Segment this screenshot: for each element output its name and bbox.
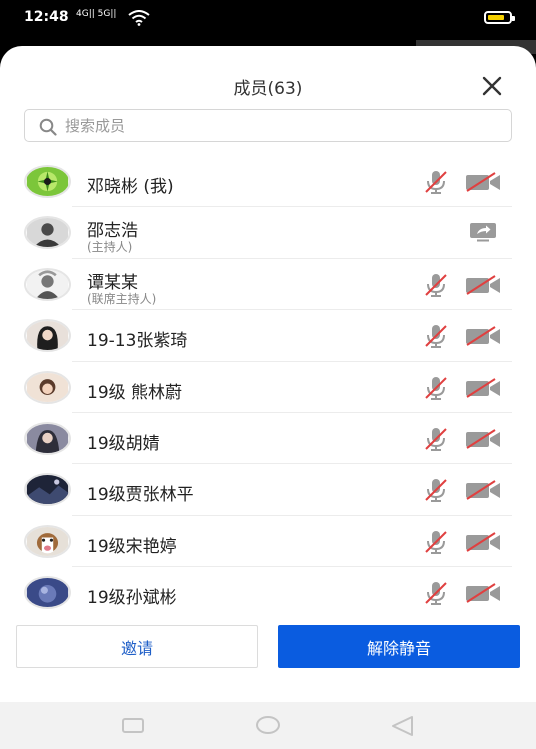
mic-muted-icon[interactable] bbox=[423, 375, 449, 401]
member-role: (联席主持人) bbox=[87, 291, 157, 306]
member-row[interactable]: 谭某某 (联席主持人) bbox=[0, 259, 536, 311]
search-box[interactable] bbox=[24, 109, 512, 142]
member-row[interactable]: 19级胡婧 bbox=[0, 413, 536, 465]
close-icon[interactable] bbox=[481, 75, 503, 97]
recent-apps-icon[interactable] bbox=[122, 718, 144, 733]
avatar bbox=[24, 473, 71, 507]
camera-off-icon[interactable] bbox=[465, 583, 501, 603]
avatar bbox=[24, 267, 71, 301]
sheet-title: 成员(63) bbox=[233, 79, 303, 99]
avatar bbox=[24, 319, 71, 353]
member-role: (主持人) bbox=[87, 240, 133, 255]
member-row[interactable]: 19级宋艳婷 bbox=[0, 516, 536, 568]
member-row[interactable]: 19级贾张林平 bbox=[0, 464, 536, 516]
battery-icon bbox=[484, 11, 515, 24]
back-icon[interactable] bbox=[390, 715, 414, 737]
camera-off-icon[interactable] bbox=[465, 326, 501, 347]
mic-muted-icon[interactable] bbox=[423, 169, 449, 195]
wifi-icon bbox=[128, 10, 150, 26]
search-icon bbox=[39, 118, 57, 136]
member-name: 19级胡婧 bbox=[87, 433, 160, 454]
camera-off-icon[interactable] bbox=[465, 172, 501, 192]
member-name: 19级贾张林平 bbox=[87, 485, 194, 506]
invite-button[interactable]: 邀请 bbox=[16, 625, 258, 668]
mic-muted-icon[interactable] bbox=[423, 477, 449, 503]
avatar bbox=[24, 421, 71, 455]
member-list: 邓晓彬 (我) 邵志浩 (主持人) 谭某某 (联席主持人) 19-13张紫琦 1… bbox=[0, 156, 536, 619]
mic-muted-icon[interactable] bbox=[423, 426, 449, 452]
members-sheet: 成员(63) 邓晓彬 (我) 邵志浩 bbox=[0, 46, 536, 702]
camera-off-icon[interactable] bbox=[465, 531, 501, 552]
member-name: 19级 熊林蔚 bbox=[87, 382, 183, 403]
camera-off-icon[interactable] bbox=[465, 480, 501, 501]
member-row[interactable]: 邓晓彬 (我) bbox=[0, 156, 536, 208]
status-time: 12:48 bbox=[24, 9, 69, 25]
avatar bbox=[24, 576, 71, 610]
avatar bbox=[24, 165, 71, 198]
member-name: 邓晓彬 (我) bbox=[87, 177, 174, 197]
member-row[interactable]: 邵志浩 (主持人) bbox=[0, 207, 536, 259]
mic-muted-icon[interactable] bbox=[423, 323, 449, 349]
navigation-bar bbox=[0, 702, 536, 749]
home-icon[interactable] bbox=[256, 716, 280, 734]
member-name: 19-13张紫琦 bbox=[87, 331, 188, 352]
member-row[interactable]: 19级孙斌彬 bbox=[0, 567, 536, 618]
camera-off-icon[interactable] bbox=[465, 377, 501, 398]
avatar bbox=[24, 370, 71, 404]
avatar bbox=[24, 524, 71, 558]
avatar bbox=[24, 216, 71, 250]
search-input[interactable] bbox=[65, 110, 495, 141]
mic-muted-icon[interactable] bbox=[423, 580, 449, 606]
mic-muted-icon[interactable] bbox=[423, 529, 449, 555]
signal-indicator: 4G|| 5G|| bbox=[76, 9, 117, 19]
screen-share-icon[interactable] bbox=[469, 222, 497, 242]
camera-off-icon[interactable] bbox=[465, 274, 501, 295]
member-name: 19级宋艳婷 bbox=[87, 536, 177, 557]
member-name: 19级孙斌彬 bbox=[87, 588, 177, 609]
unmute-button[interactable]: 解除静音 bbox=[278, 625, 520, 668]
mic-muted-icon[interactable] bbox=[423, 272, 449, 298]
camera-off-icon[interactable] bbox=[465, 429, 501, 449]
member-row[interactable]: 19-13张紫琦 bbox=[0, 310, 536, 362]
member-row[interactable]: 19级 熊林蔚 bbox=[0, 362, 536, 413]
status-bar: 12:48 4G|| 5G|| bbox=[0, 0, 536, 36]
